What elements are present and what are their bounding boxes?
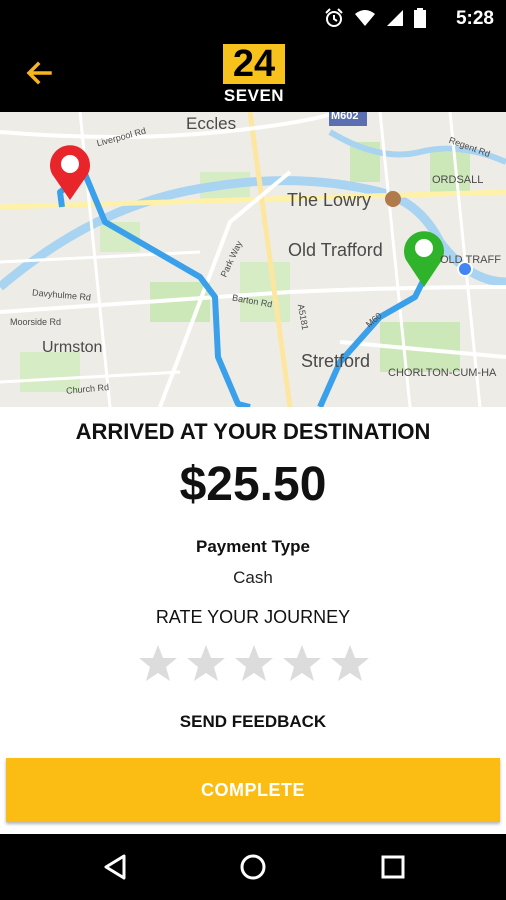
star-icon-3[interactable] — [234, 643, 274, 683]
map-label-stretford: Stretford — [301, 351, 371, 371]
destination-pin-icon — [404, 231, 444, 287]
alarm-icon — [324, 8, 344, 33]
status-icons — [324, 8, 426, 33]
star-icon-2[interactable] — [186, 643, 226, 683]
recents-square-icon[interactable] — [376, 850, 410, 884]
trip-status-title: ARRIVED AT YOUR DESTINATION — [75, 419, 431, 444]
map-label-the-lowry: The Lowry — [287, 190, 372, 210]
map-label-old-trafford: Old Trafford — [288, 240, 383, 260]
send-feedback-link[interactable]: SEND FEEDBACK — [0, 712, 506, 732]
complete-button[interactable]: COMPLETE — [6, 758, 500, 822]
route-map[interactable]: Eccles M602 Liverpool Rd Regent Rd ORDSA… — [0, 112, 506, 407]
map-label-eccles: Eccles — [186, 114, 237, 133]
map-label-m602: M602 — [331, 112, 359, 122]
status-bar: 5:28 — [0, 0, 506, 36]
payment-type-label: Payment Type — [195, 537, 310, 556]
home-circle-icon[interactable] — [236, 850, 270, 884]
status-time: 5:28 — [455, 8, 494, 29]
fare-amount: $25.50 — [179, 458, 327, 511]
map-label-old-traff: OLD TRAFF — [440, 254, 501, 266]
start-pin-icon — [49, 145, 90, 200]
battery-icon — [414, 8, 426, 33]
back-triangle-icon[interactable] — [98, 850, 132, 884]
map-canvas — [0, 112, 506, 407]
logo-number: 24 — [221, 42, 287, 86]
wifi-icon — [354, 9, 376, 32]
logo-text: SEVEN — [223, 86, 285, 105]
rating-stars[interactable] — [138, 643, 370, 689]
star-icon-4[interactable] — [282, 643, 322, 683]
map-label-ordsall: ORDSALL — [432, 174, 484, 186]
payment-type-value: Cash — [233, 568, 273, 587]
app-bar: 24 SEVEN — [0, 36, 506, 112]
map-label-urmston: Urmston — [42, 339, 103, 356]
map-label-moorside-rd: Moorside Rd — [10, 317, 62, 327]
lowry-poi-icon — [385, 191, 401, 207]
star-icon-1[interactable] — [138, 643, 178, 683]
signal-icon — [386, 9, 404, 32]
rate-journey-label: RATE YOUR JOURNEY — [155, 607, 351, 627]
app-logo: 24 SEVEN — [221, 42, 287, 108]
navigation-bar — [0, 834, 506, 900]
map-label-chorlton: CHORLTON-CUM-HA — [388, 367, 497, 379]
arrow-back-icon[interactable] — [24, 58, 54, 88]
star-icon-5[interactable] — [330, 643, 370, 683]
